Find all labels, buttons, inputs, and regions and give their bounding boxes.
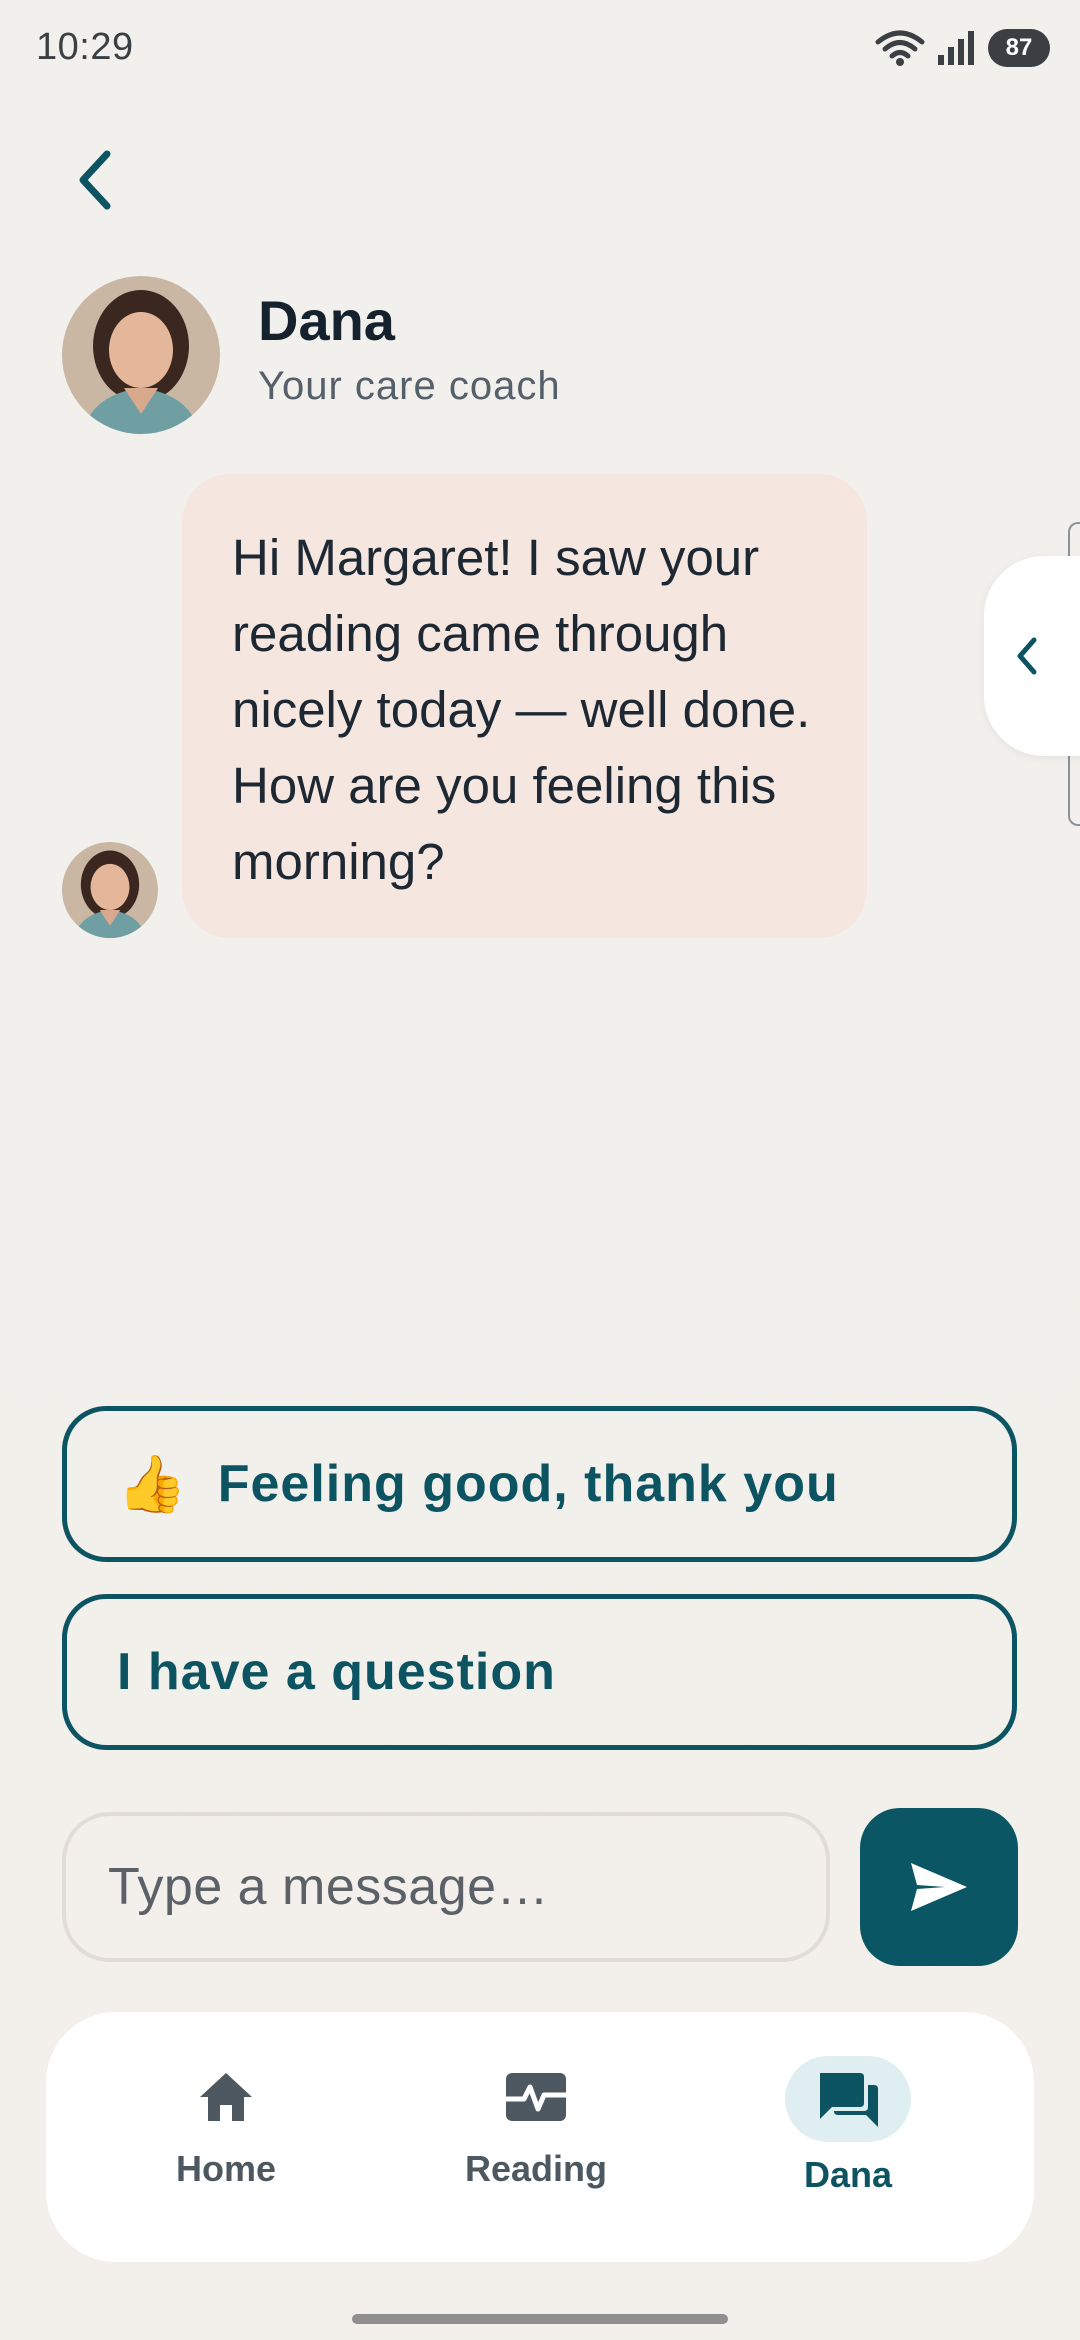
nav-active-indicator bbox=[785, 2056, 911, 2142]
wifi-icon bbox=[875, 30, 925, 66]
coach-avatar bbox=[62, 276, 220, 434]
chevron-left-icon bbox=[1017, 637, 1037, 675]
nav-dana[interactable]: Dana bbox=[718, 2012, 978, 2262]
thumbs-up-icon: 👍 bbox=[117, 1452, 188, 1515]
coach-role: Your care coach bbox=[258, 364, 561, 408]
back-button[interactable] bbox=[60, 140, 130, 220]
coach-name: Dana bbox=[258, 289, 395, 352]
quick-reply-label: I have a question bbox=[117, 1643, 556, 1701]
nav-reading[interactable]: Reading bbox=[406, 2012, 666, 2262]
home-indicator bbox=[352, 2314, 728, 2324]
battery-icon: 87 bbox=[988, 29, 1050, 67]
quick-reply-feeling-good[interactable]: 👍 Feeling good, thank you bbox=[62, 1406, 1017, 1562]
chevron-left-icon bbox=[79, 150, 111, 210]
message-input[interactable] bbox=[62, 1812, 830, 1962]
nav-label: Dana bbox=[803, 2154, 893, 2195]
bottom-nav: Home Reading Dana bbox=[46, 2012, 1034, 2262]
battery-level: 87 bbox=[1005, 34, 1033, 61]
message-bubble: Hi Margaret! I saw your reading came thr… bbox=[182, 474, 867, 938]
chat-icon bbox=[820, 2073, 878, 2127]
home-icon bbox=[200, 2073, 252, 2121]
quick-reply-question[interactable]: I have a question bbox=[62, 1594, 1017, 1750]
nav-label: Home bbox=[175, 2148, 277, 2189]
message-avatar bbox=[62, 842, 158, 938]
signal-icon bbox=[938, 31, 974, 65]
quick-reply-label: Feeling good, thank you bbox=[217, 1455, 839, 1513]
status-icons: 87 bbox=[874, 28, 1050, 68]
pulse-icon bbox=[506, 2073, 566, 2121]
nav-home[interactable]: Home bbox=[96, 2012, 356, 2262]
send-icon bbox=[911, 1863, 967, 1911]
nav-label: Reading bbox=[464, 2148, 607, 2189]
side-panel-handle[interactable] bbox=[984, 556, 1080, 756]
status-time: 10:29 bbox=[36, 26, 134, 68]
send-button[interactable] bbox=[860, 1808, 1018, 1966]
